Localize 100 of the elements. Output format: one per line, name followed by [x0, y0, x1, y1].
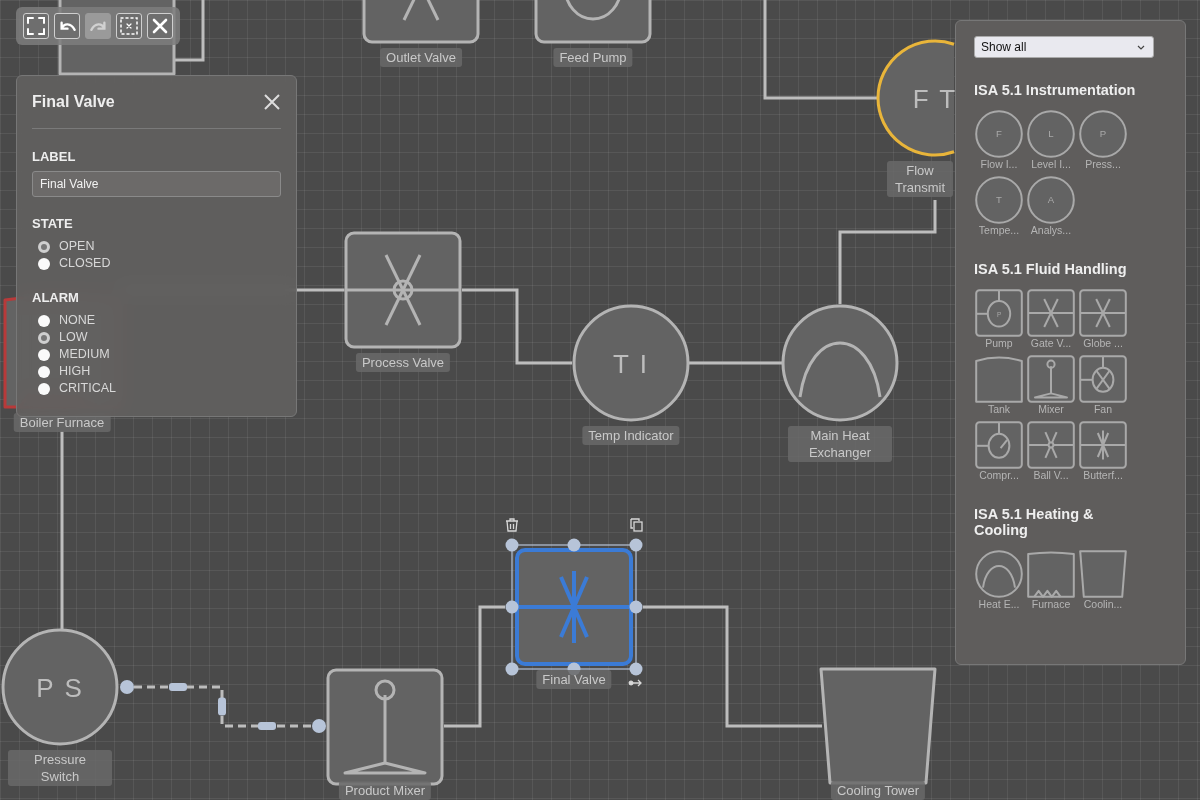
radio-button[interactable]: [38, 348, 50, 361]
connector-line[interactable]: [444, 605, 505, 728]
valve-icon: [1027, 289, 1075, 337]
palette-item[interactable]: T Tempe...: [974, 176, 1024, 237]
resize-handle[interactable]: [505, 538, 519, 552]
valve-icon: [1027, 421, 1075, 469]
node-label: Outlet Valve: [380, 48, 462, 67]
connector-line[interactable]: [134, 685, 312, 728]
filter-select[interactable]: Show all: [974, 36, 1154, 58]
undo-icon: [58, 21, 76, 31]
connector-line[interactable]: [838, 200, 937, 304]
radio-option[interactable]: NONE: [38, 312, 281, 329]
radio-option[interactable]: MEDIUM: [38, 346, 281, 363]
trash-icon[interactable]: [505, 518, 519, 532]
palette-item[interactable]: Fan: [1078, 355, 1128, 416]
section-title: ISA 5.1 Heating & Cooling: [974, 506, 1095, 538]
palette-item[interactable]: Heat E...: [974, 550, 1024, 611]
instrument-circle-icon: [1027, 110, 1075, 158]
close-icon: [150, 16, 170, 36]
palette-item[interactable]: Compr...: [974, 421, 1024, 482]
valve-symbol[interactable]: [362, 0, 480, 44]
undo-button[interactable]: [54, 13, 80, 39]
connector-line[interactable]: [643, 605, 822, 728]
radio-option[interactable]: CRITICAL: [38, 380, 281, 397]
instrument-circle[interactable]: [1, 628, 119, 746]
node-label: Flow Transmit: [887, 161, 953, 197]
radio-button[interactable]: [38, 257, 50, 270]
mixer-icon: [1027, 355, 1075, 403]
compressor-icon: [975, 421, 1023, 469]
symbol-letter: L: [1048, 128, 1054, 140]
radio-button[interactable]: [38, 365, 50, 378]
section-title: ISA 5.1 Fluid Handling: [974, 261, 1128, 277]
palette-item[interactable]: Gate V...: [1026, 289, 1076, 350]
radio-button[interactable]: [38, 314, 50, 327]
edge-handle[interactable]: [218, 697, 226, 716]
radio-option[interactable]: CLOSED: [38, 255, 281, 272]
radio-button[interactable]: [38, 240, 50, 253]
palette-item[interactable]: Coolin...: [1078, 550, 1128, 611]
instrument-tag: P S: [36, 673, 84, 703]
node-label: Temp Indicator: [582, 426, 680, 445]
resize-handle[interactable]: [505, 662, 519, 676]
resize-handle[interactable]: [629, 662, 643, 676]
valve-symbol[interactable]: [344, 231, 462, 349]
pump-symbol[interactable]: [534, 0, 652, 44]
edge-handle[interactable]: [258, 722, 276, 730]
close-button[interactable]: [147, 13, 173, 39]
instrument-circle-icon: [1079, 110, 1127, 158]
copy-icon[interactable]: [630, 518, 643, 532]
mixer-symbol[interactable]: [326, 668, 444, 786]
node-label: Cooling Tower: [830, 781, 926, 800]
node-label: Feed Pump: [553, 48, 633, 67]
close-button[interactable]: [263, 93, 281, 111]
close-icon: [263, 93, 281, 111]
radio-button[interactable]: [38, 331, 50, 344]
connector-line[interactable]: [462, 288, 572, 365]
radio-option[interactable]: HIGH: [38, 363, 281, 380]
palette-item[interactable]: P Press...: [1078, 110, 1128, 171]
node-label: Product Mixer: [338, 781, 432, 800]
section-title: ISA 5.1 Instrumentation: [974, 82, 1137, 98]
label-field[interactable]: Final Valve: [32, 171, 281, 197]
heat-exchanger-symbol[interactable]: [781, 304, 899, 422]
node-label: Pressure Switch: [8, 750, 112, 786]
resize-handle[interactable]: [505, 600, 519, 614]
connector-line[interactable]: [175, 0, 205, 62]
cooling-tower-icon: [1079, 550, 1127, 598]
connector-line[interactable]: [763, 0, 878, 100]
radio-option[interactable]: LOW: [38, 329, 281, 346]
fullscreen-button[interactable]: [23, 13, 49, 39]
palette-item[interactable]: Tank: [974, 355, 1024, 416]
palette-item[interactable]: Ball V...: [1026, 421, 1076, 482]
palette-item[interactable]: F Flow I...: [974, 110, 1024, 171]
instrument-circle[interactable]: [572, 304, 690, 422]
resize-handle[interactable]: [629, 538, 643, 552]
node-label: Process Valve: [355, 353, 451, 372]
clear-selection-icon: [119, 16, 139, 36]
cooling-tower-symbol[interactable]: [819, 667, 937, 785]
resize-handle[interactable]: [629, 600, 643, 614]
symbol-letter: T: [996, 194, 1002, 206]
radio-option[interactable]: OPEN: [38, 238, 281, 255]
endpoint-handle[interactable]: [120, 680, 134, 694]
endpoint-handle[interactable]: [312, 719, 326, 733]
palette-item[interactable]: L Level I...: [1026, 110, 1076, 171]
palette-item[interactable]: Furnace: [1026, 550, 1076, 611]
palette-item[interactable]: Globe ...: [1078, 289, 1128, 350]
instrument-circle-icon: [975, 176, 1023, 224]
connect-arrow-icon[interactable]: [628, 679, 642, 687]
node-label: Final Valve: [536, 670, 612, 689]
valve-icon: [1079, 421, 1127, 469]
clear-selection-button[interactable]: [116, 13, 142, 39]
instrument-tag: F T: [912, 84, 958, 114]
resize-handle[interactable]: [567, 538, 581, 552]
palette-item[interactable]: Mixer: [1026, 355, 1076, 416]
instrument-circle-icon: [975, 110, 1023, 158]
section-heading: STATE: [32, 216, 74, 231]
edge-handle[interactable]: [169, 683, 187, 691]
palette-item[interactable]: A Analys...: [1026, 176, 1076, 237]
instrument-circle-icon: [1027, 176, 1075, 224]
redo-icon: [89, 21, 107, 31]
radio-button[interactable]: [38, 382, 50, 395]
palette-item[interactable]: Butterf...: [1078, 421, 1128, 482]
